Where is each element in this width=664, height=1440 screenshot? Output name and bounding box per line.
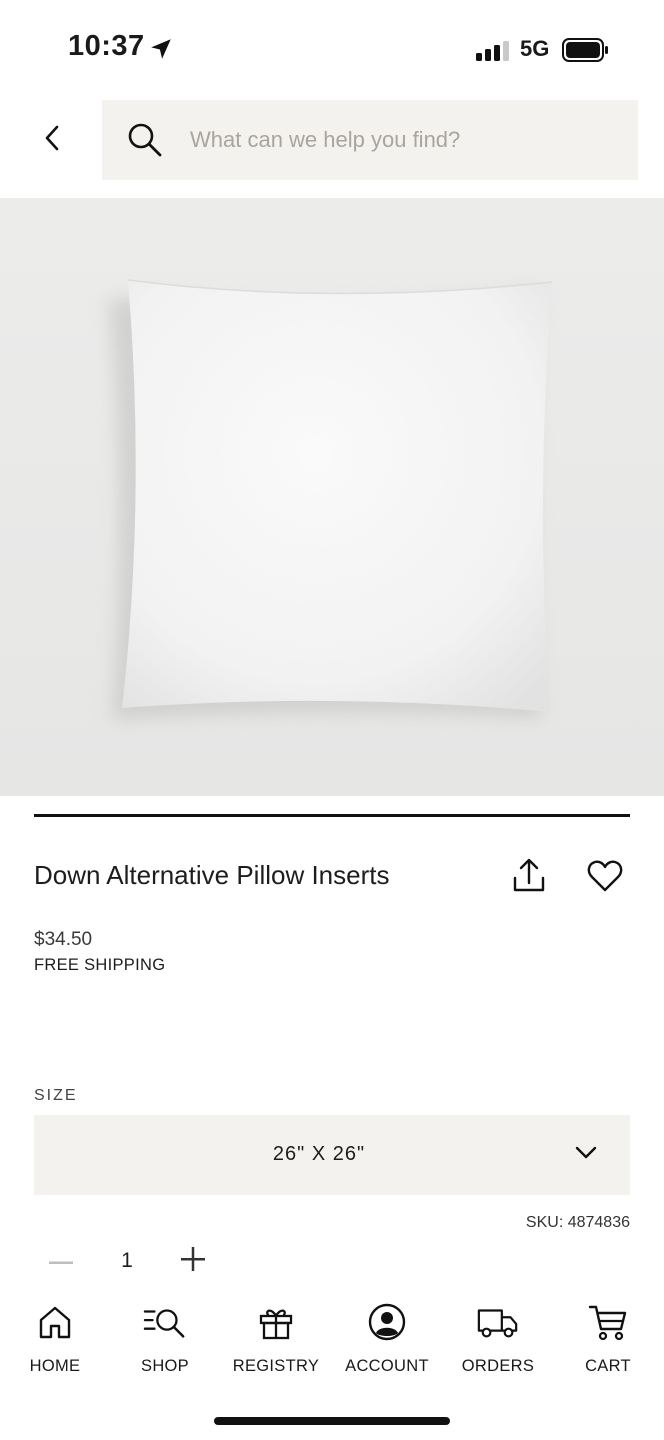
nav-shop[interactable]: SHOP — [105, 1300, 225, 1376]
image-gallery-indicator — [34, 814, 630, 817]
status-time: 10:37 — [68, 30, 145, 62]
chevron-down-icon — [574, 1145, 598, 1166]
search-bar[interactable]: What can we help you find? — [102, 100, 638, 180]
heart-icon[interactable] — [586, 858, 624, 894]
product-price: $34.50 — [34, 929, 93, 950]
nav-orders[interactable]: ORDERS — [438, 1300, 558, 1376]
shop-search-icon — [143, 1300, 187, 1344]
gift-icon — [254, 1300, 298, 1344]
product-image[interactable] — [0, 198, 664, 796]
nav-label-orders: ORDERS — [461, 1357, 535, 1375]
truck-icon — [476, 1300, 520, 1344]
cart-icon — [586, 1300, 630, 1344]
network-type: 5G — [520, 36, 550, 61]
bottom-nav: HOME SHOP REGISTRY ACCOUNT ORDERS CART — [0, 1300, 664, 1390]
sku-number: SKU: 4874836 — [525, 1214, 630, 1231]
location-arrow-icon — [148, 36, 174, 67]
nav-registry[interactable]: REGISTRY — [216, 1300, 336, 1376]
size-label: SIZE — [34, 1087, 78, 1104]
nav-label-account: ACCOUNT — [345, 1357, 429, 1375]
home-indicator[interactable] — [214, 1417, 450, 1425]
chevron-left-icon — [41, 124, 63, 157]
home-icon — [33, 1300, 77, 1344]
nav-home[interactable]: HOME — [0, 1300, 115, 1376]
back-button[interactable] — [30, 118, 74, 162]
pillow-image — [108, 279, 553, 720]
battery-icon — [562, 38, 610, 67]
plus-icon — [181, 1246, 205, 1276]
quantity-decrease-button[interactable] — [46, 1246, 76, 1276]
search-icon — [126, 121, 164, 159]
nav-label-home: HOME — [29, 1357, 81, 1375]
product-title: Down Alternative Pillow Inserts — [34, 860, 390, 890]
size-value: 26" X 26" — [272, 1143, 366, 1165]
account-icon — [365, 1300, 409, 1344]
nav-label-registry: REGISTRY — [232, 1357, 320, 1375]
nav-cart[interactable]: CART — [548, 1300, 664, 1376]
size-select[interactable]: 26" X 26" — [34, 1115, 630, 1195]
nav-label-shop: SHOP — [141, 1357, 189, 1375]
shipping-note: FREE SHIPPING — [34, 956, 166, 974]
minus-icon — [49, 1252, 73, 1270]
share-icon[interactable] — [510, 856, 548, 896]
signal-icon — [476, 40, 510, 67]
quantity-increase-button[interactable] — [178, 1246, 208, 1276]
search-input[interactable]: What can we help you find? — [190, 127, 460, 153]
nav-account[interactable]: ACCOUNT — [327, 1300, 447, 1376]
quantity-value[interactable]: 1 — [110, 1249, 144, 1273]
nav-label-cart: CART — [585, 1357, 631, 1375]
